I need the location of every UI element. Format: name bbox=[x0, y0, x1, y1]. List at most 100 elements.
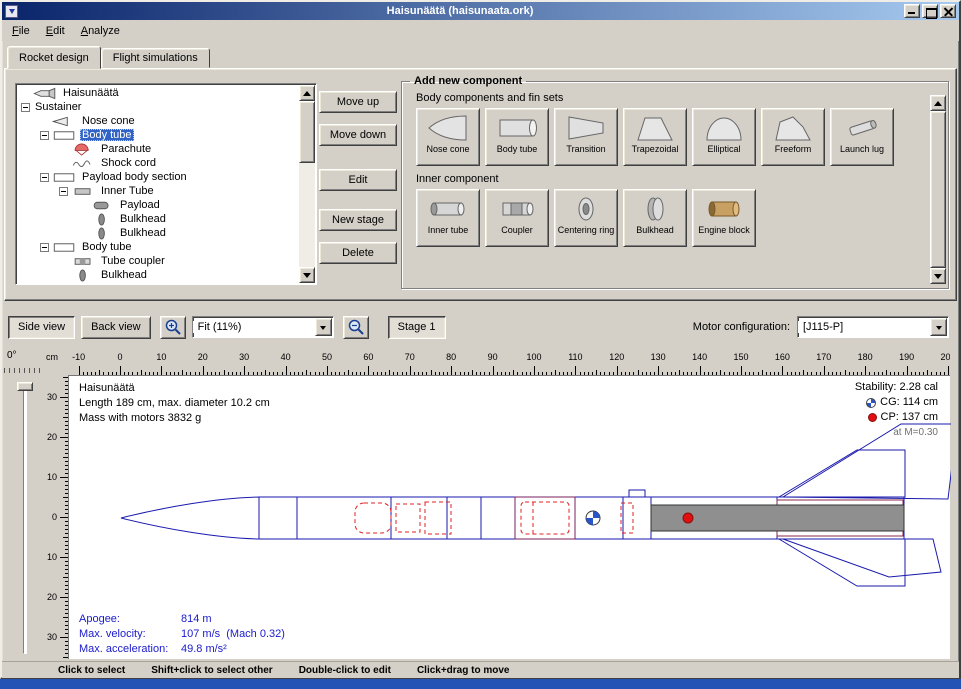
tree-item-sustainer[interactable]: Sustainer bbox=[18, 100, 298, 114]
stage-1-toggle[interactable]: Stage 1 bbox=[388, 316, 446, 339]
move-down-button[interactable]: Move down bbox=[319, 124, 397, 146]
tree-item-nose-cone[interactable]: Nose cone bbox=[18, 114, 298, 128]
component-tree: HaisunäätäSustainerNose coneBody tubePar… bbox=[15, 83, 317, 285]
ruler-label: 110 bbox=[568, 352, 582, 362]
ruler-tick bbox=[658, 366, 659, 375]
add-body-tube-button[interactable]: Body tube bbox=[485, 108, 549, 166]
side-view-button[interactable]: Side view bbox=[8, 316, 75, 339]
scrollbar-thumb[interactable] bbox=[299, 101, 315, 163]
rotation-slider-handle[interactable] bbox=[17, 382, 33, 391]
ruler-tick bbox=[60, 437, 68, 438]
add-freeform-button[interactable]: Freeform bbox=[761, 108, 825, 166]
ruler-tick bbox=[60, 637, 68, 638]
nose-cone-shape[interactable] bbox=[121, 497, 259, 539]
ruler-tick bbox=[244, 366, 245, 375]
motor-configuration-value: [J115-P] bbox=[798, 321, 929, 333]
cp-value: CP: 137 cm bbox=[881, 410, 938, 425]
tree-item-label: Payload body section bbox=[80, 171, 189, 183]
tree-item-body-tube[interactable]: Body tube bbox=[18, 128, 298, 142]
add-elliptical-button[interactable]: Elliptical bbox=[692, 108, 756, 166]
edit-button[interactable]: Edit bbox=[319, 169, 397, 191]
add-nose-cone-button[interactable]: Nose cone bbox=[416, 108, 480, 166]
delete-button[interactable]: Delete bbox=[319, 242, 397, 264]
add-transition-button[interactable]: Transition bbox=[554, 108, 618, 166]
back-view-button[interactable]: Back view bbox=[81, 316, 151, 339]
tree-expander-icon[interactable] bbox=[59, 187, 68, 196]
scrollbar-thumb[interactable] bbox=[930, 111, 946, 268]
rocket-name: Haisunäätä bbox=[79, 381, 270, 396]
add-inner-tube-button[interactable]: Inner tube bbox=[416, 189, 480, 247]
motor-configuration-select[interactable]: [J115-P] bbox=[797, 316, 949, 338]
ruler-tick bbox=[60, 557, 68, 558]
tree-item-shock-cord[interactable]: Shock cord bbox=[18, 156, 298, 170]
status-hint: Double-click to edit bbox=[299, 665, 391, 676]
tree-expander-icon[interactable] bbox=[40, 173, 49, 182]
tree-item-bulkhead[interactable]: Bulkhead bbox=[18, 212, 298, 226]
tree-expander-icon[interactable] bbox=[40, 243, 49, 252]
ruler-unit-label: cm bbox=[46, 352, 58, 362]
add-coupler-button[interactable]: Coupler bbox=[485, 189, 549, 247]
tree-scrollbar[interactable] bbox=[299, 85, 315, 283]
tree-item-label: Payload bbox=[118, 199, 162, 211]
chevron-down-icon[interactable] bbox=[315, 318, 332, 336]
scroll-down-button[interactable] bbox=[299, 267, 315, 283]
scroll-up-button[interactable] bbox=[299, 85, 315, 101]
tree-item-body-tube[interactable]: Body tube bbox=[18, 240, 298, 254]
menu-analyze[interactable]: Analyze bbox=[73, 22, 128, 40]
cg-icon bbox=[866, 398, 876, 408]
tab-flight-simulations[interactable]: Flight simulations bbox=[101, 48, 210, 68]
move-up-button[interactable]: Move up bbox=[319, 91, 397, 113]
add-launch-lug-button[interactable]: Launch lug bbox=[830, 108, 894, 166]
add-component-scrollbar[interactable] bbox=[930, 95, 946, 284]
scroll-down-button[interactable] bbox=[930, 268, 946, 284]
fin-upper-shape[interactable] bbox=[779, 450, 905, 497]
menu-file[interactable]: File bbox=[4, 22, 38, 40]
zoom-out-button[interactable] bbox=[343, 316, 369, 339]
rocket-design-panel: HaisunäätäSustainerNose coneBody tubePar… bbox=[4, 68, 957, 301]
motor-configuration-label: Motor configuration: bbox=[693, 321, 790, 333]
tree-item-payload[interactable]: Payload bbox=[18, 198, 298, 212]
tab-rocket-design[interactable]: Rocket design bbox=[7, 46, 101, 69]
rocket-canvas[interactable]: Haisunäätä Length 189 cm, max. diameter … bbox=[68, 375, 950, 659]
rotation-slider-track[interactable] bbox=[23, 384, 27, 654]
scroll-up-button[interactable] bbox=[930, 95, 946, 111]
tree-item-inner-tube[interactable]: Inner Tube bbox=[18, 184, 298, 198]
coupler-icon bbox=[71, 255, 96, 268]
tree-item-label: Inner Tube bbox=[99, 185, 156, 197]
add-trapezoidal-button[interactable]: Trapezoidal bbox=[623, 108, 687, 166]
close-button[interactable] bbox=[940, 4, 956, 18]
flight-data-row: Max. velocity:107 m/s (Mach 0.32) bbox=[79, 627, 285, 642]
tree-item-bulkhead[interactable]: Bulkhead bbox=[18, 268, 298, 282]
fin-far-lower-shape[interactable] bbox=[783, 539, 941, 577]
tree-expander-icon[interactable] bbox=[40, 131, 49, 140]
stability-value: Stability: 2.28 cal bbox=[855, 380, 938, 395]
tree-item-haisun-t[interactable]: Haisunäätä bbox=[18, 86, 298, 100]
maximize-button[interactable] bbox=[922, 4, 938, 18]
menu-edit[interactable]: Edit bbox=[38, 22, 73, 40]
ruler-label: 150 bbox=[733, 352, 748, 362]
add-engine-block-button[interactable]: Engine block bbox=[692, 189, 756, 247]
zoom-select[interactable]: Fit (11%) bbox=[192, 316, 334, 338]
tree-item-bulkhead[interactable]: Bulkhead bbox=[18, 226, 298, 240]
tree-item-label: Haisunäätä bbox=[61, 87, 121, 99]
ruler-tick bbox=[60, 517, 68, 518]
card-label: Freeform bbox=[775, 144, 812, 154]
component-tree-content: HaisunäätäSustainerNose coneBody tubePar… bbox=[18, 86, 298, 282]
tree-item-parachute[interactable]: Parachute bbox=[18, 142, 298, 156]
ruler-label: 20 bbox=[47, 432, 57, 442]
tree-item-label: Shock cord bbox=[99, 157, 158, 169]
chevron-down-icon[interactable] bbox=[930, 318, 947, 336]
new-stage-button[interactable]: New stage bbox=[319, 209, 397, 231]
tree-item-tube-coupler[interactable]: Tube coupler bbox=[18, 254, 298, 268]
minimize-button[interactable] bbox=[904, 4, 920, 18]
stability-info: Stability: 2.28 cal CG: 114 cm CP: 137 c… bbox=[855, 380, 938, 440]
ruler-tick bbox=[617, 366, 618, 375]
fin-lower-shape[interactable] bbox=[779, 539, 905, 586]
zoom-in-button[interactable] bbox=[160, 316, 186, 339]
tree-expander-icon[interactable] bbox=[21, 103, 30, 112]
tree-item-payload-body-section[interactable]: Payload body section bbox=[18, 170, 298, 184]
add-centering-ring-button[interactable]: Centering ring bbox=[554, 189, 618, 247]
launch-lug-shape[interactable] bbox=[629, 490, 645, 497]
add-bulkhead-button[interactable]: Bulkhead bbox=[623, 189, 687, 247]
bulkhead-icon bbox=[632, 193, 678, 225]
